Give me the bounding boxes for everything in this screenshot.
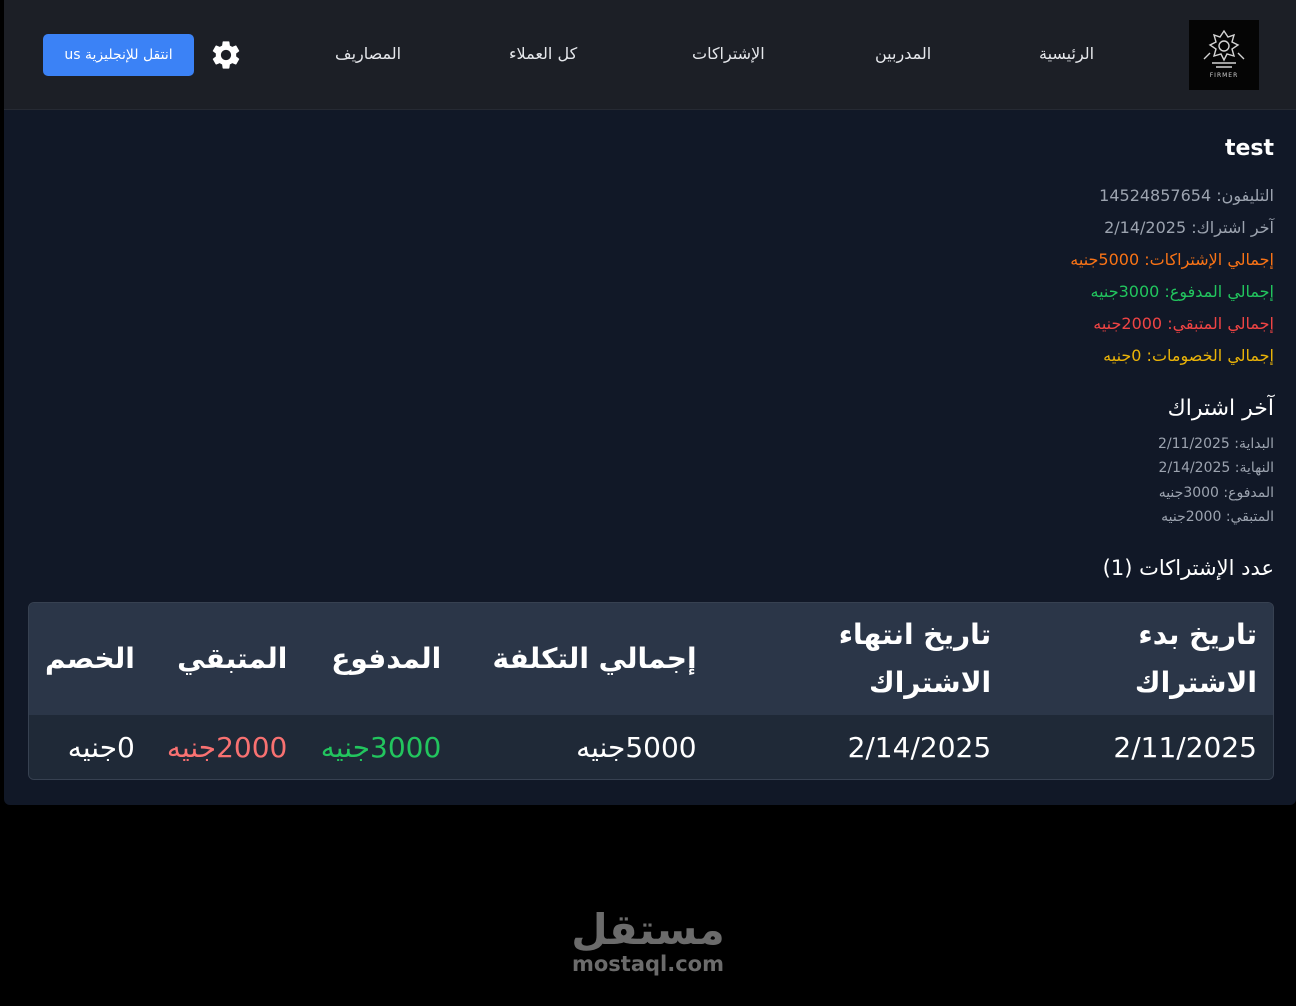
table-header-row: تاريخ بدء الاشتراك تاريخ انتهاء الاشتراك… bbox=[29, 603, 1273, 715]
nav-trainers[interactable]: المدربين bbox=[875, 44, 931, 63]
svg-text:FIRMER: FIRMER bbox=[1210, 72, 1239, 79]
subscriptions-table: تاريخ بدء الاشتراك تاريخ انتهاء الاشتراك… bbox=[28, 602, 1274, 780]
col-start-date: تاريخ بدء الاشتراك bbox=[1134, 618, 1257, 699]
total-discounts: إجمالي الخصومات: 0جنيه bbox=[1103, 346, 1274, 365]
cell-discount: 0جنيه bbox=[67, 730, 135, 764]
cell-total-cost: 5000جنيه bbox=[576, 730, 697, 764]
gym-logo-icon: FIRMER bbox=[1203, 29, 1245, 79]
watermark-latin: mostaql.com bbox=[572, 952, 724, 976]
nav-all-clients[interactable]: كل العملاء bbox=[509, 44, 577, 63]
customer-phone: التليفون: 14524857654 bbox=[1099, 186, 1274, 205]
watermark: مستقل mostaql.com bbox=[568, 905, 728, 977]
subscriptions-count: عدد الإشتراكات (1) bbox=[1102, 556, 1274, 580]
total-remaining: إجمالي المتبقي: 2000جنيه bbox=[1093, 314, 1274, 333]
table-row: 2/11/2025 2/14/2025 5000جنيه 3000جنيه 20… bbox=[29, 715, 1273, 779]
switch-language-button[interactable]: انتقل للإنجليزية us bbox=[43, 34, 194, 76]
navbar: FIRMER الرئيسية المدربين الإشتراكات كل ا… bbox=[4, 0, 1296, 110]
total-paid: إجمالي المدفوع: 3000جنيه bbox=[1090, 282, 1274, 301]
total-subscriptions: إجمالي الإشتراكات: 5000جنيه bbox=[1070, 250, 1274, 269]
last-sub-end: النهاية: 2/14/2025 bbox=[1158, 460, 1274, 476]
nav-subscriptions[interactable]: الإشتراكات bbox=[692, 44, 765, 63]
cell-start-date: 2/11/2025 bbox=[1113, 730, 1257, 764]
last-sub-paid: المدفوع: 3000جنيه bbox=[1158, 485, 1274, 501]
nav-expenses[interactable]: المصاريف bbox=[335, 44, 401, 63]
customer-details-panel: test التليفون: 14524857654 آخر اشتراك: 2… bbox=[4, 110, 1296, 805]
col-discount: الخصم bbox=[45, 642, 135, 675]
nav-home[interactable]: الرئيسية bbox=[1039, 44, 1094, 63]
gear-icon[interactable] bbox=[209, 38, 243, 72]
cell-remaining: 2000جنيه bbox=[166, 730, 288, 764]
customer-name: test bbox=[1224, 136, 1274, 161]
col-remaining: المتبقي bbox=[177, 642, 288, 675]
cell-end-date: 2/14/2025 bbox=[847, 730, 992, 764]
col-total-cost: إجمالي التكلفة bbox=[492, 642, 697, 675]
last-sub-start: البداية: 2/11/2025 bbox=[1158, 436, 1274, 452]
last-subscription-heading: آخر اشتراك bbox=[1167, 396, 1274, 421]
logo[interactable]: FIRMER bbox=[1189, 20, 1259, 90]
cell-paid: 3000جنيه bbox=[320, 730, 442, 764]
watermark-arabic: مستقل bbox=[571, 905, 725, 954]
customer-last-subscription: آخر اشتراك: 2/14/2025 bbox=[1104, 218, 1274, 237]
col-paid: المدفوع bbox=[331, 642, 442, 675]
col-end-date: تاريخ انتهاء الاشتراك bbox=[838, 618, 992, 699]
last-sub-remaining: المتبقي: 2000جنيه bbox=[1161, 509, 1274, 525]
